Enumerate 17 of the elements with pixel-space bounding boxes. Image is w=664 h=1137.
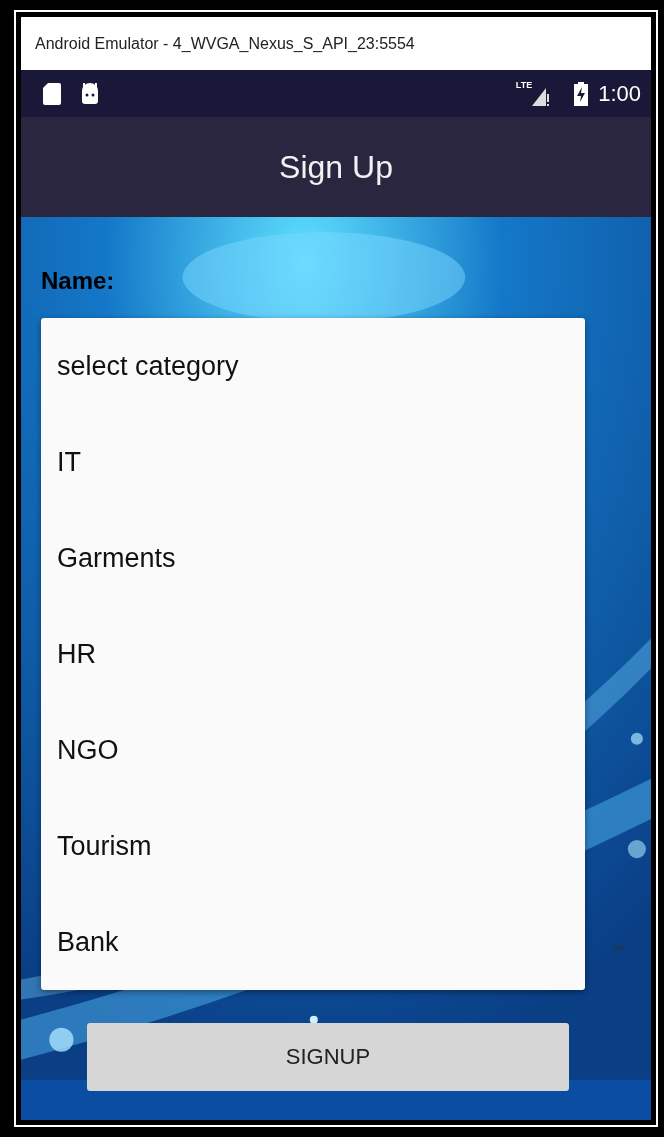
signup-button[interactable]: SIGNUP [87, 1023, 569, 1091]
window-title: Android Emulator - 4_WVGA_Nexus_S_API_23:5554 [35, 34, 415, 53]
android-icon [79, 82, 101, 105]
sd-card-icon [43, 82, 61, 105]
name-label: Name: [41, 267, 116, 295]
dropdown-option[interactable]: IT [41, 414, 585, 510]
dropdown-option[interactable]: Bank [41, 894, 585, 990]
dropdown-option[interactable]: Garments [41, 510, 585, 606]
dropdown-option[interactable]: NGO [41, 702, 585, 798]
status-time: 1:00 [598, 80, 641, 107]
dropdown-option[interactable]: select category [41, 318, 585, 414]
battery-icon [574, 81, 589, 106]
dropdown-option[interactable]: Tourism [41, 798, 585, 894]
dropdown-option[interactable]: HR [41, 606, 585, 702]
network-label: LTE [515, 80, 533, 90]
caret-icon[interactable] [611, 945, 627, 955]
screen-title: Sign Up [279, 148, 393, 186]
